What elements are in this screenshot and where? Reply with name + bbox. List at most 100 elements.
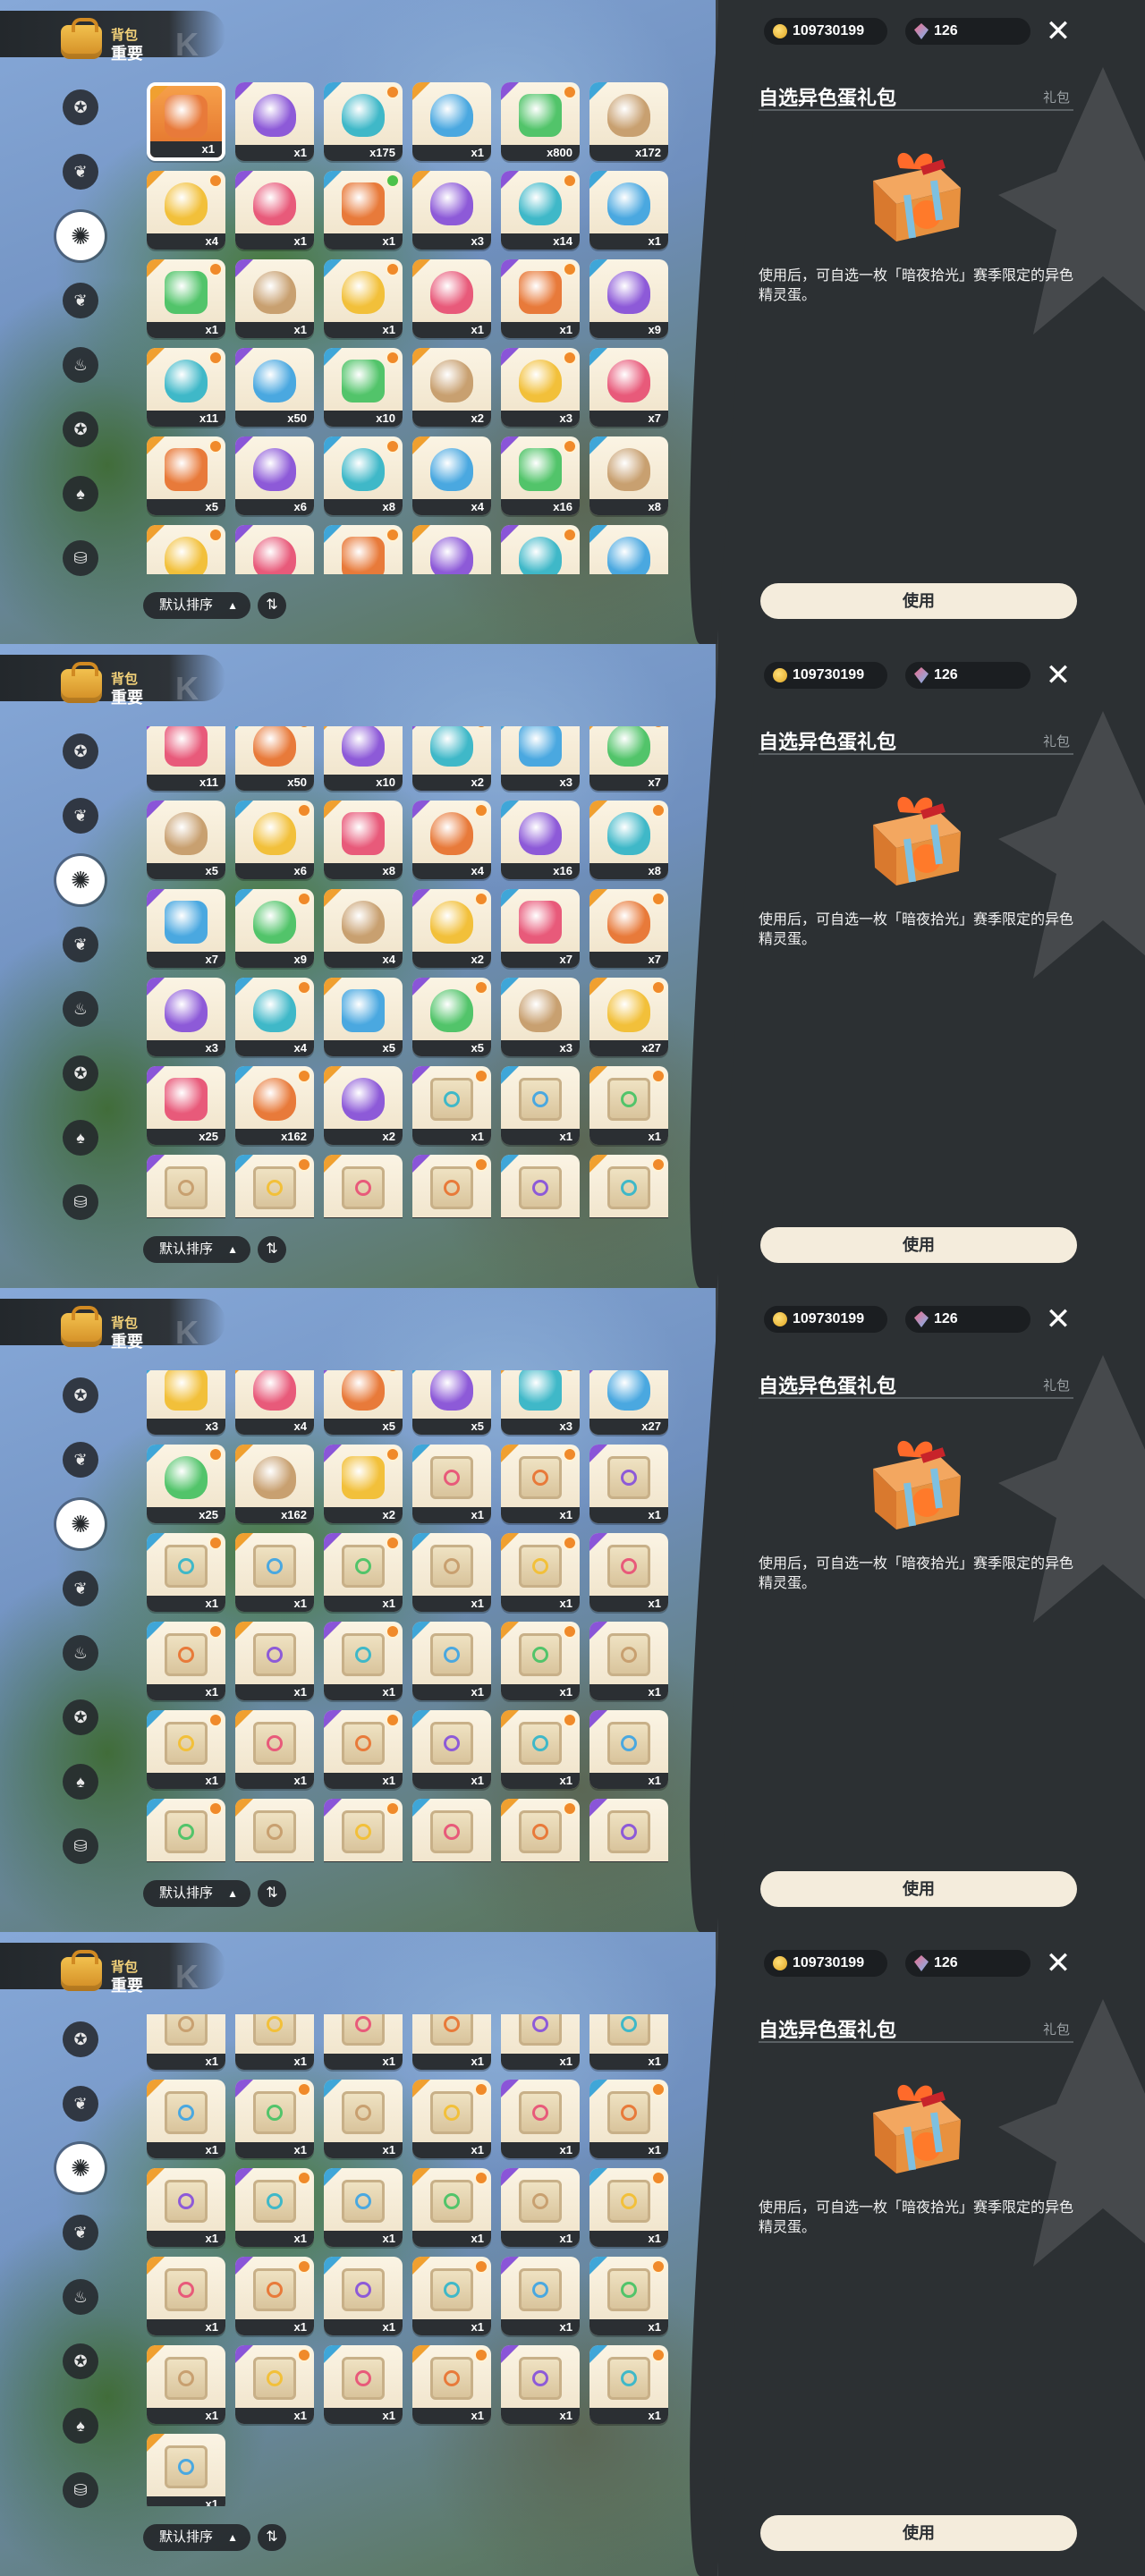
sort-dropdown[interactable]: 默认排序 ▲ <box>143 592 250 619</box>
leaf-category-tab[interactable]: ❦ <box>63 2086 98 2122</box>
inventory-item[interactable]: x11 <box>147 726 225 791</box>
inventory-item[interactable]: x1 <box>412 1445 491 1523</box>
item-grid-viewport[interactable]: x1 x1 x175 x1 x800 x172 x4 x1 x1 x3 x14 x1 x1 x1 x1 x1 x… <box>147 82 678 574</box>
inventory-item[interactable]: x11 <box>147 348 225 427</box>
inventory-item[interactable] <box>589 525 668 574</box>
inventory-item[interactable]: x1 <box>235 259 314 338</box>
gear-category-tab[interactable]: ✺ <box>56 212 105 260</box>
close-button[interactable]: ✕ <box>1043 1948 1073 1979</box>
inventory-item[interactable]: x1 <box>235 1533 314 1612</box>
inventory-item[interactable]: x3 <box>501 1370 580 1435</box>
inventory-item[interactable]: x5 <box>147 801 225 879</box>
inventory-item[interactable]: x1 <box>147 82 225 161</box>
inventory-item[interactable]: x1 <box>147 2434 225 2506</box>
inventory-item[interactable] <box>235 1155 314 1218</box>
star-category-tab[interactable]: ✪ <box>63 1699 98 1735</box>
inventory-item[interactable]: x1 <box>501 2168 580 2247</box>
inventory-item[interactable]: x16 <box>501 801 580 879</box>
use-button[interactable]: 使用 <box>760 1871 1077 1907</box>
leaf-category-tab[interactable]: ❦ <box>63 798 98 834</box>
inventory-item[interactable]: x1 <box>147 2257 225 2335</box>
inventory-item[interactable]: x1 <box>147 2014 225 2070</box>
star-category-tab[interactable]: ✪ <box>63 2343 98 2379</box>
inventory-item[interactable]: x1 <box>147 2080 225 2158</box>
inventory-item[interactable]: x5 <box>412 1370 491 1435</box>
inventory-item[interactable]: x5 <box>324 1370 403 1435</box>
inventory-item[interactable]: x172 <box>589 82 668 161</box>
item-grid-viewport[interactable]: x3 x4 x5 x5 x3 x27 x25 x162 x2 x1 x1 x1 x1 x1 x1 x1 x1 x1… <box>147 1370 678 1862</box>
leaf-category-tab[interactable]: ❦ <box>63 1571 98 1606</box>
inventory-item[interactable]: x4 <box>324 889 403 968</box>
inventory-item[interactable]: x7 <box>589 726 668 791</box>
inventory-item[interactable]: x1 <box>412 1799 491 1862</box>
inventory-item[interactable]: x14 <box>501 171 580 250</box>
sort-toggle-button[interactable]: ⇅ <box>258 1880 286 1907</box>
item-grid-viewport[interactable]: x11 x50 x10 x2 x3 x7 x5 x6 x8 x4 x16 x8 x7 x9 x4 x2 x7 x7… <box>147 726 678 1218</box>
inventory-item[interactable]: x1 <box>235 2014 314 2070</box>
close-button[interactable]: ✕ <box>1043 660 1073 691</box>
inventory-item[interactable]: x1 <box>324 1533 403 1612</box>
inventory-item[interactable]: x7 <box>147 889 225 968</box>
inventory-item[interactable]: x1 <box>412 2345 491 2424</box>
inventory-item[interactable]: x50 <box>235 726 314 791</box>
sort-dropdown[interactable]: 默认排序 ▲ <box>143 1880 250 1907</box>
inventory-item[interactable]: x1 <box>501 1799 580 1862</box>
inventory-item[interactable]: x1 <box>324 2345 403 2424</box>
inventory-item[interactable]: x1 <box>501 2257 580 2335</box>
inventory-item[interactable] <box>501 525 580 574</box>
inventory-item[interactable]: x1 <box>412 259 491 338</box>
use-button[interactable]: 使用 <box>760 583 1077 619</box>
use-button[interactable]: 使用 <box>760 2515 1077 2551</box>
inventory-item[interactable]: x10 <box>324 348 403 427</box>
pot-category-tab[interactable]: ♠ <box>63 1764 98 1800</box>
inventory-item[interactable]: x4 <box>147 171 225 250</box>
sort-toggle-button[interactable]: ⇅ <box>258 1236 286 1263</box>
inventory-item[interactable]: x1 <box>589 1710 668 1789</box>
inventory-item[interactable]: x1 <box>147 2168 225 2247</box>
cup-category-tab[interactable]: ♨ <box>63 991 98 1027</box>
inventory-item[interactable]: x1 <box>501 259 580 338</box>
star-category-tab[interactable]: ✪ <box>63 1055 98 1091</box>
inventory-item[interactable]: x1 <box>147 259 225 338</box>
inventory-item[interactable] <box>501 1155 580 1218</box>
sort-toggle-button[interactable]: ⇅ <box>258 2524 286 2551</box>
star-category-tab[interactable]: ✪ <box>63 733 98 769</box>
inventory-item[interactable]: x1 <box>501 1533 580 1612</box>
inventory-item[interactable]: x27 <box>589 1370 668 1435</box>
leaf-category-tab[interactable]: ❦ <box>63 2215 98 2250</box>
inventory-item[interactable]: x4 <box>235 1370 314 1435</box>
sort-dropdown[interactable]: 默认排序 ▲ <box>143 2524 250 2551</box>
inventory-item[interactable]: x1 <box>324 2168 403 2247</box>
inventory-item[interactable]: x27 <box>589 978 668 1056</box>
inventory-item[interactable]: x8 <box>589 436 668 515</box>
inventory-item[interactable]: x175 <box>324 82 403 161</box>
inventory-item[interactable]: x1 <box>324 2080 403 2158</box>
inventory-item[interactable]: x1 <box>147 2345 225 2424</box>
inventory-item[interactable]: x3 <box>412 171 491 250</box>
gear-category-tab[interactable]: ✺ <box>56 856 105 904</box>
inventory-item[interactable] <box>589 1155 668 1218</box>
inventory-item[interactable]: x1 <box>412 2257 491 2335</box>
inventory-item[interactable]: x5 <box>412 978 491 1056</box>
inventory-item[interactable]: x1 <box>235 2257 314 2335</box>
inventory-item[interactable]: x2 <box>412 348 491 427</box>
inventory-item[interactable]: x6 <box>235 801 314 879</box>
inventory-item[interactable]: x1 <box>501 2014 580 2070</box>
inventory-item[interactable]: x1 <box>324 171 403 250</box>
inventory-item[interactable] <box>412 525 491 574</box>
inventory-item[interactable]: x1 <box>324 2257 403 2335</box>
inventory-item[interactable]: x1 <box>324 1710 403 1789</box>
sort-toggle-button[interactable]: ⇅ <box>258 592 286 619</box>
inventory-item[interactable]: x162 <box>235 1445 314 1523</box>
leaf-category-tab[interactable]: ❦ <box>63 1442 98 1478</box>
inventory-item[interactable]: x1 <box>589 2168 668 2247</box>
inventory-item[interactable]: x25 <box>147 1445 225 1523</box>
leaf-category-tab[interactable]: ❦ <box>63 927 98 962</box>
inventory-item[interactable]: x1 <box>235 82 314 161</box>
close-button[interactable]: ✕ <box>1043 16 1073 47</box>
inventory-item[interactable]: x800 <box>501 82 580 161</box>
pot-category-tab[interactable]: ♠ <box>63 1120 98 1156</box>
inventory-item[interactable]: x162 <box>235 1066 314 1145</box>
inventory-item[interactable]: x1 <box>501 2345 580 2424</box>
inventory-item[interactable]: x3 <box>501 348 580 427</box>
